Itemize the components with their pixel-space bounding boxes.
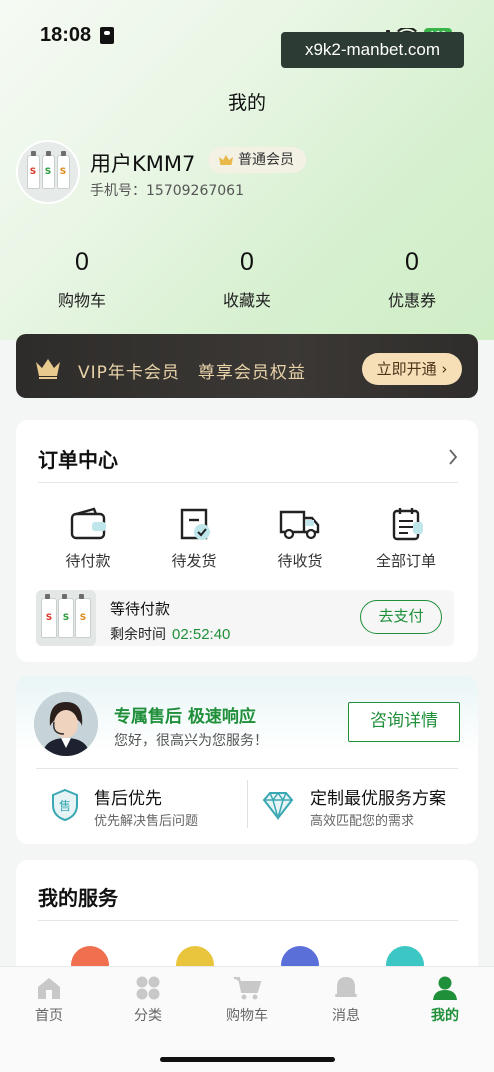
wallet-icon [70, 507, 106, 540]
stat-label: 购物车 [57, 291, 106, 310]
watermark-overlay: x9k2-manbet.com [281, 32, 464, 68]
consult-button[interactable]: 咨询详情 [348, 702, 460, 742]
username: 用户KMM7 [90, 152, 196, 176]
stat-favorites[interactable]: 0 收藏夹 [187, 248, 307, 311]
stat-label: 收藏夹 [222, 291, 271, 310]
order-pending-payment[interactable]: 待付款 [38, 506, 138, 571]
tab-profile[interactable]: 我的 [405, 975, 485, 1025]
support-agent-avatar [34, 692, 98, 756]
tab-label: 我的 [431, 1008, 459, 1024]
product-thumbnail: S S S [36, 590, 96, 646]
tab-label: 分类 [134, 1008, 162, 1024]
chevron-right-icon[interactable] [448, 448, 458, 466]
category-icon [136, 976, 160, 1000]
divider [38, 482, 458, 483]
bottle-image: S [26, 151, 40, 189]
cart-icon [234, 977, 262, 1000]
tab-label: 购物车 [226, 1008, 268, 1024]
id-card-icon [100, 27, 114, 44]
order-center-card: 订单中心 待付款 待发货 待收货 全部订单 S S S 等待付款 剩余时间 02… [16, 420, 478, 662]
tab-home[interactable]: 首页 [9, 975, 89, 1025]
feature-subtitle: 高效匹配您的需求 [310, 814, 415, 829]
shield-icon: 售 [52, 788, 78, 822]
stat-value: 0 [75, 248, 89, 276]
countdown-time: 02:52:40 [172, 626, 231, 643]
user-icon [433, 976, 457, 1000]
order-label: 待付款 [65, 552, 111, 570]
svg-text:售: 售 [59, 798, 71, 813]
home-indicator [160, 1057, 335, 1062]
bell-icon [335, 977, 357, 997]
stat-coupons[interactable]: 0 优惠券 [352, 248, 472, 311]
vip-open-button[interactable]: 立即开通 › [362, 353, 462, 385]
after-sales-card: 专属售后 极速响应 您好，很高兴为您服务！ 咨询详情 售 售后优先 优先解决售后… [16, 676, 478, 844]
member-badge[interactable]: 普通会员 [208, 147, 306, 173]
home-icon [38, 978, 60, 999]
page-title: 我的 [227, 92, 266, 114]
order-pending-receipt[interactable]: 待收货 [250, 506, 350, 571]
feature-title: 定制最优服务方案 [310, 789, 446, 809]
tab-category[interactable]: 分类 [108, 975, 188, 1025]
order-all[interactable]: 全部订单 [356, 506, 456, 571]
crown-icon [219, 155, 233, 165]
my-services-title: 我的服务 [38, 886, 118, 910]
vip-text: VIP年卡会员 尊享会员权益 [78, 363, 306, 383]
bottle-image: S [56, 151, 70, 189]
order-pending-shipment[interactable]: 待发货 [144, 506, 244, 571]
stat-cart[interactable]: 0 购物车 [22, 248, 142, 311]
order-label: 待发货 [171, 552, 217, 570]
phone-number: 手机号：15709267061 [90, 183, 244, 199]
bottle-image: S [41, 151, 55, 189]
order-center-title: 订单中心 [38, 448, 118, 472]
stat-value: 0 [405, 248, 419, 276]
crown-icon [36, 359, 60, 379]
support-title: 专属售后 极速响应 [114, 707, 256, 727]
tab-label: 消息 [332, 1008, 360, 1024]
support-subtitle: 您好，很高兴为您服务！ [114, 733, 268, 749]
pending-countdown: 剩余时间 02:52:40 [110, 626, 231, 643]
divider [36, 768, 458, 769]
tab-label: 首页 [35, 1008, 63, 1024]
vip-banner[interactable]: VIP年卡会员 尊享会员权益 立即开通 › [16, 334, 478, 398]
status-time: 18:08 [40, 24, 92, 46]
feature-title: 售后优先 [94, 789, 162, 809]
truck-icon [279, 510, 320, 540]
pending-order[interactable]: S S S 等待付款 剩余时间 02:52:40 去支付 [36, 590, 454, 646]
order-label: 待收货 [277, 552, 323, 570]
stat-value: 0 [240, 248, 254, 276]
tab-messages[interactable]: 消息 [306, 975, 386, 1025]
clipboard-icon [392, 508, 423, 541]
pending-title: 等待付款 [110, 600, 171, 618]
member-level-label: 普通会员 [238, 152, 294, 168]
tab-cart[interactable]: 购物车 [207, 975, 287, 1025]
avatar[interactable]: S S S [16, 140, 80, 204]
order-label: 全部订单 [375, 552, 436, 570]
pay-button[interactable]: 去支付 [360, 600, 442, 634]
diamond-icon [262, 791, 294, 820]
stat-label: 优惠券 [387, 291, 436, 310]
divider [38, 920, 458, 921]
divider [247, 780, 248, 828]
feature-subtitle: 优先解决售后问题 [94, 814, 199, 829]
package-icon [180, 508, 210, 540]
